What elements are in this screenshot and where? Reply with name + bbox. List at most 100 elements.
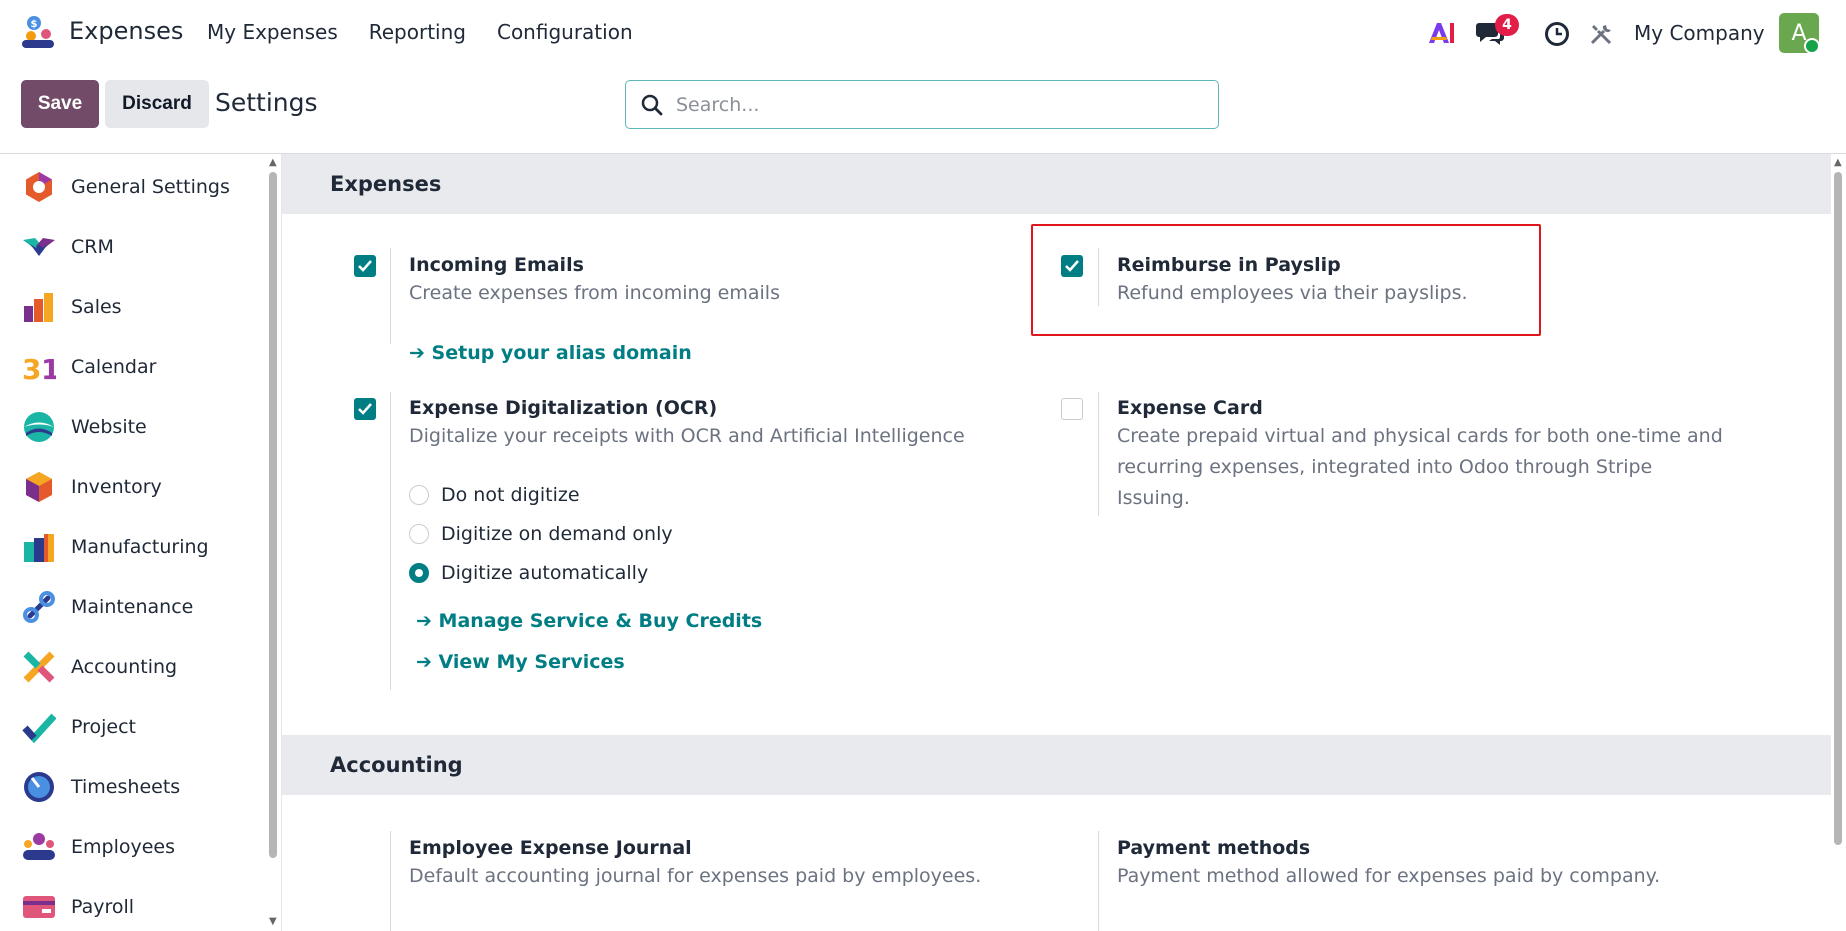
- sidebar-item-maintenance[interactable]: Maintenance: [0, 577, 265, 637]
- search-icon: [641, 94, 663, 115]
- setting-divider: [390, 392, 391, 690]
- radio-label-do-not-digitize[interactable]: Do not digitize: [441, 484, 580, 506]
- timesheets-icon: [24, 772, 54, 802]
- online-status-icon: [1804, 38, 1820, 54]
- expense-card-desc: Create prepaid virtual and physical card…: [1117, 425, 1723, 509]
- sidebar-item-label: Manufacturing: [71, 536, 209, 558]
- maintenance-icon: [23, 591, 55, 623]
- sidebar-item-label: Maintenance: [71, 596, 194, 618]
- app-name[interactable]: Expenses: [69, 17, 183, 45]
- sidebar-item-sales[interactable]: Sales: [0, 277, 265, 337]
- clock-icon[interactable]: [1544, 21, 1570, 47]
- svg-text:1: 1: [41, 353, 56, 384]
- save-button[interactable]: Save: [21, 80, 99, 128]
- manage-service-link[interactable]: ➔ Manage Service & Buy Credits: [416, 610, 762, 632]
- sidebar-item-website[interactable]: Website: [0, 397, 265, 457]
- sidebar-scrollbar[interactable]: [269, 172, 277, 858]
- section-title: Expenses: [330, 172, 442, 196]
- discard-button[interactable]: Discard: [105, 80, 209, 128]
- content-scrollbar[interactable]: [1834, 172, 1842, 845]
- sidebar-item-general-settings[interactable]: General Settings: [0, 157, 265, 217]
- sales-icon: [24, 293, 53, 322]
- settings-sidebar: General Settings CRM Sales 3 1 Calendar …: [0, 154, 265, 931]
- sidebar-item-project[interactable]: Project: [0, 697, 265, 757]
- section-header-expenses: Expenses: [282, 154, 1831, 214]
- sidebar-item-label: Timesheets: [71, 776, 181, 798]
- main-menu: My Expenses Reporting Configuration: [207, 20, 633, 44]
- employee-expense-journal-title: Employee Expense Journal: [409, 837, 692, 859]
- crm-icon: [23, 238, 55, 256]
- radio-label-digitize-automatically[interactable]: Digitize automatically: [441, 562, 648, 584]
- search-bar[interactable]: [625, 80, 1219, 129]
- setting-divider: [1098, 392, 1099, 516]
- sidebar-item-label: Employees: [71, 836, 175, 858]
- tools-icon[interactable]: [1588, 21, 1614, 47]
- notification-badge: 4: [1495, 14, 1519, 36]
- sidebar-item-label: Sales: [71, 296, 122, 318]
- incoming-emails-desc: Create expenses from incoming emails: [409, 282, 780, 304]
- inventory-icon: [26, 472, 52, 502]
- sidebar-scroll-up-icon[interactable]: ▲: [269, 157, 277, 168]
- expenses-app-icon[interactable]: $: [20, 14, 56, 50]
- expense-card-checkbox[interactable]: [1061, 398, 1083, 420]
- incoming-emails-title: Incoming Emails: [409, 254, 584, 276]
- website-icon: [24, 412, 54, 442]
- menu-reporting[interactable]: Reporting: [369, 20, 466, 44]
- sidebar-item-payroll[interactable]: Payroll: [0, 877, 265, 931]
- employees-icon: [23, 833, 55, 860]
- payment-methods-title: Payment methods: [1117, 837, 1311, 859]
- radio-do-not-digitize[interactable]: [409, 485, 429, 505]
- check-icon: [358, 403, 372, 415]
- general-settings-icon: [26, 172, 52, 202]
- content-scroll-up-icon[interactable]: ▲: [1834, 157, 1842, 168]
- ai-icon[interactable]: [1427, 21, 1455, 45]
- manufacturing-icon: [24, 534, 54, 562]
- menu-configuration[interactable]: Configuration: [497, 20, 633, 44]
- ocr-checkbox[interactable]: [354, 398, 376, 420]
- ocr-desc: Digitalize your receipts with OCR and Ar…: [409, 425, 965, 447]
- calendar-icon: 3 1: [22, 353, 56, 384]
- sidebar-item-label: Payroll: [71, 896, 135, 918]
- payroll-icon: [23, 896, 55, 918]
- sidebar-item-employees[interactable]: Employees: [0, 817, 265, 877]
- section-header-accounting: Accounting: [282, 735, 1831, 795]
- sidebar-scroll-down-icon[interactable]: ▼: [269, 916, 277, 927]
- sidebar-item-label: Project: [71, 716, 137, 738]
- svg-text:$: $: [31, 19, 38, 30]
- sidebar-item-crm[interactable]: CRM: [0, 217, 265, 277]
- employee-expense-journal-desc: Default accounting journal for expenses …: [409, 865, 982, 887]
- highlight-box: [1031, 224, 1541, 336]
- sidebar-item-accounting[interactable]: Accounting: [0, 637, 265, 697]
- page-title: Settings: [215, 88, 318, 117]
- sidebar-item-manufacturing[interactable]: Manufacturing: [0, 517, 265, 577]
- sidebar-item-label: Calendar: [71, 356, 157, 378]
- radio-digitize-on-demand[interactable]: [409, 524, 429, 544]
- company-switcher[interactable]: My Company: [1634, 21, 1765, 45]
- project-icon: [22, 713, 56, 744]
- expense-card-title: Expense Card: [1117, 397, 1263, 419]
- svg-text:3: 3: [22, 353, 41, 384]
- sidebar-item-label: General Settings: [71, 176, 230, 198]
- radio-label-digitize-on-demand[interactable]: Digitize on demand only: [441, 523, 673, 545]
- incoming-emails-checkbox[interactable]: [354, 255, 376, 277]
- payment-methods-desc: Payment method allowed for expenses paid…: [1117, 865, 1661, 887]
- sidebar-item-label: CRM: [71, 236, 114, 258]
- setting-divider: [390, 831, 391, 931]
- accounting-icon: [23, 651, 55, 683]
- sidebar-item-timesheets[interactable]: Timesheets: [0, 757, 265, 817]
- sidebar-item-label: Website: [71, 416, 147, 438]
- menu-my-expenses[interactable]: My Expenses: [207, 20, 338, 44]
- sidebar-item-inventory[interactable]: Inventory: [0, 457, 265, 517]
- section-title: Accounting: [330, 753, 463, 777]
- top-navbar: $ Expenses My Expenses Reporting Configu…: [0, 0, 1846, 66]
- setting-divider: [1098, 831, 1099, 931]
- view-my-services-link[interactable]: ➔ View My Services: [416, 651, 625, 673]
- ocr-title: Expense Digitalization (OCR): [409, 397, 718, 419]
- radio-digitize-automatically[interactable]: [409, 563, 429, 583]
- search-input[interactable]: [676, 93, 1196, 116]
- sidebar-item-calendar[interactable]: 3 1 Calendar: [0, 337, 265, 397]
- sidebar-item-label: Accounting: [71, 656, 178, 678]
- setup-alias-domain-link[interactable]: ➔ Setup your alias domain: [409, 342, 692, 364]
- check-icon: [358, 260, 372, 272]
- setting-divider: [390, 248, 391, 344]
